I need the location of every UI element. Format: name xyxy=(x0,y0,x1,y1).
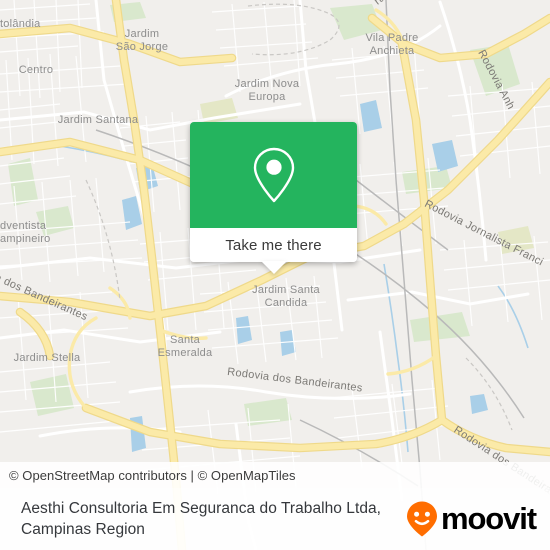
attribution-text[interactable]: © OpenStreetMap contributors | © OpenMap… xyxy=(0,468,296,483)
take-me-there-label: Take me there xyxy=(225,236,322,254)
moovit-logo[interactable]: moovit xyxy=(405,500,537,538)
moovit-wordmark: moovit xyxy=(440,501,537,536)
page-footer: Aesthi Consultoria Em Seguranca do Traba… xyxy=(0,488,550,550)
take-me-there-button[interactable]: Take me there xyxy=(190,228,357,262)
popup-pointer-arrow xyxy=(260,261,287,274)
page-title: Aesthi Consultoria Em Seguranca do Traba… xyxy=(21,500,382,538)
moovit-map-screen: tolândia Jardim São Jorge Centro Jardim San… xyxy=(0,0,550,550)
map-attribution-bar: © OpenStreetMap contributors | © OpenMap… xyxy=(0,462,550,488)
moovit-smiley-pin-icon xyxy=(406,501,437,537)
location-pin-icon xyxy=(253,147,294,203)
location-popup-card[interactable]: Take me there xyxy=(190,122,357,274)
popup-header xyxy=(190,122,357,228)
